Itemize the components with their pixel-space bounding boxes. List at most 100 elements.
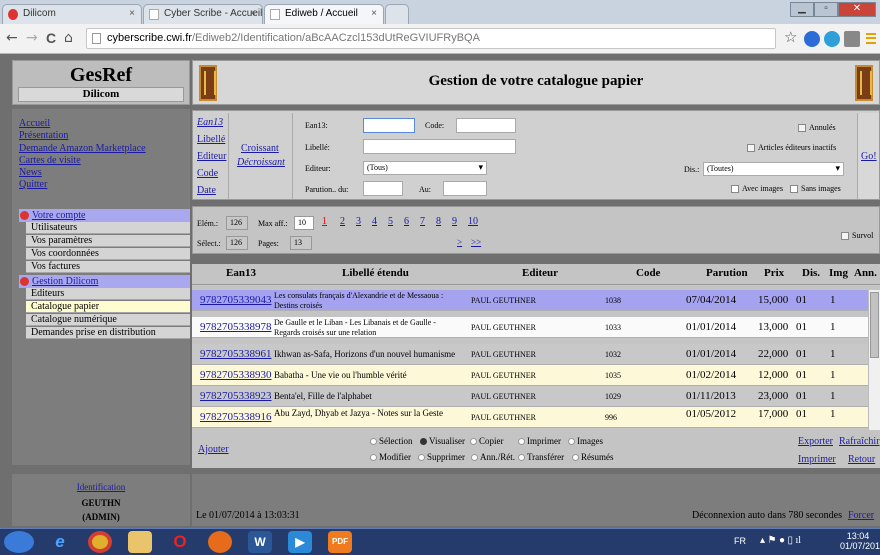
scrollbar-thumb[interactable] bbox=[870, 292, 879, 358]
word-icon[interactable]: W bbox=[248, 531, 272, 553]
nav-presentation[interactable]: Présentation bbox=[19, 130, 68, 141]
sidebar-item-parametres[interactable]: Vos paramètres bbox=[26, 235, 190, 247]
mode-visualiser-radio[interactable]: Visualiser bbox=[420, 436, 465, 446]
sidebar-item-demandes[interactable]: Demandes prise en distribution bbox=[26, 327, 190, 339]
ean13-input[interactable] bbox=[363, 118, 415, 133]
page-current[interactable]: 1 bbox=[322, 216, 327, 227]
forward-button[interactable]: → bbox=[26, 30, 38, 46]
nav-news[interactable]: News bbox=[19, 167, 42, 178]
col-dis[interactable]: Dis. bbox=[802, 267, 820, 279]
table-row[interactable]: 9782705338978 De Gaulle et le Liban - Le… bbox=[192, 317, 868, 338]
opera-icon[interactable]: O bbox=[168, 531, 192, 553]
page-link[interactable]: 9 bbox=[452, 216, 457, 227]
table-row[interactable]: 9782705338923 Benta'el, Fille de l'alpha… bbox=[192, 386, 868, 407]
sort-decroissant-link[interactable]: Décroissant bbox=[237, 157, 285, 168]
sans-images-checkbox[interactable]: Sans images bbox=[790, 184, 841, 194]
close-window-button[interactable]: ✕ bbox=[838, 2, 876, 17]
tray-icons[interactable]: ▴ ⚑ ● ▯ ıl bbox=[760, 535, 801, 546]
page-link[interactable]: 5 bbox=[388, 216, 393, 227]
sort-croissant-link[interactable]: Croissant bbox=[241, 143, 279, 154]
dis-select[interactable]: (Toutes) bbox=[703, 162, 844, 176]
mode-resumes-radio[interactable]: Résumés bbox=[572, 452, 614, 462]
col-ann[interactable]: Ann. bbox=[854, 267, 877, 279]
mode-modifier-radio[interactable]: Modifier bbox=[370, 452, 411, 462]
col-prix[interactable]: Prix bbox=[764, 267, 784, 279]
reload-button[interactable]: C bbox=[46, 30, 56, 46]
mode-ann-ret-radio[interactable]: Ann./Rét. bbox=[471, 452, 515, 462]
forcer-link[interactable]: Forcer bbox=[848, 510, 874, 521]
sidebar-item-catalogue-numerique[interactable]: Catalogue numérique bbox=[26, 314, 190, 326]
annules-checkbox[interactable]: Annulés bbox=[798, 123, 836, 133]
ie-icon[interactable]: e bbox=[48, 531, 72, 553]
language-indicator[interactable]: FR bbox=[734, 536, 746, 546]
ean-link[interactable]: 9782705338916 bbox=[200, 411, 272, 423]
skype-icon[interactable] bbox=[824, 31, 840, 47]
extension-icon[interactable] bbox=[804, 31, 820, 47]
mode-supprimer-radio[interactable]: Supprimer bbox=[418, 452, 465, 462]
ebay-icon[interactable] bbox=[844, 31, 860, 47]
home-button[interactable]: ⌂ bbox=[64, 30, 73, 46]
parution-au-input[interactable] bbox=[443, 181, 487, 196]
page-link[interactable]: 8 bbox=[436, 216, 441, 227]
mode-copier-radio[interactable]: Copier bbox=[470, 436, 504, 446]
identification-link[interactable]: Identification bbox=[12, 482, 190, 492]
firefox-icon[interactable] bbox=[208, 531, 232, 553]
col-img[interactable]: Img bbox=[829, 267, 848, 279]
new-tab-button[interactable] bbox=[385, 4, 409, 24]
ean-link[interactable]: 9782705338930 bbox=[200, 369, 272, 381]
chrome-icon[interactable] bbox=[88, 531, 112, 553]
next-page-link[interactable]: > bbox=[457, 237, 462, 247]
col-libelle[interactable]: Libellé étendu bbox=[342, 267, 409, 279]
mode-images-radio[interactable]: Images bbox=[568, 436, 603, 446]
table-row[interactable]: 9782705338961 Ikhwan as-Safa, Horizons d… bbox=[192, 344, 868, 365]
exporter-link[interactable]: Exporter bbox=[798, 436, 833, 447]
back-button[interactable]: ← bbox=[6, 30, 18, 46]
retour-link[interactable]: Retour bbox=[848, 454, 875, 465]
imprimer-link[interactable]: Imprimer bbox=[798, 454, 836, 465]
explorer-icon[interactable] bbox=[128, 531, 152, 553]
nav-quitter[interactable]: Quitter bbox=[19, 179, 47, 190]
sort-ean13-link[interactable]: Ean13 bbox=[197, 117, 223, 128]
mode-transferer-radio[interactable]: Transférer bbox=[518, 452, 564, 462]
col-editeur[interactable]: Editeur bbox=[522, 267, 558, 279]
ean-link[interactable]: 9782705338923 bbox=[200, 390, 272, 402]
ajouter-link[interactable]: Ajouter bbox=[198, 444, 229, 455]
minimize-button[interactable]: ▁ bbox=[790, 2, 814, 17]
page-link[interactable]: 4 bbox=[372, 216, 377, 227]
nav-cartes[interactable]: Cartes de visite bbox=[19, 155, 81, 166]
close-tab-icon[interactable]: × bbox=[129, 8, 135, 19]
code-input[interactable] bbox=[456, 118, 516, 133]
close-tab-icon[interactable]: × bbox=[371, 8, 377, 19]
close-tab-icon[interactable]: × bbox=[250, 8, 256, 19]
group-votre-compte[interactable]: Votre compte bbox=[19, 209, 190, 222]
sort-editeur-link[interactable]: Editeur bbox=[197, 151, 226, 162]
pdf-icon[interactable]: PDF bbox=[328, 531, 352, 553]
page-link[interactable]: 6 bbox=[404, 216, 409, 227]
table-row[interactable]: 9782705338916 Abu Zayd, Dhyab et Jazya -… bbox=[192, 407, 868, 428]
parution-du-input[interactable] bbox=[363, 181, 403, 196]
address-bar[interactable]: cyberscribe.cwi.fr/Ediweb2/Identificatio… bbox=[86, 28, 776, 49]
sidebar-item-factures[interactable]: Vos factures bbox=[26, 261, 190, 273]
mode-imprimer-radio[interactable]: Imprimer bbox=[518, 436, 561, 446]
start-button[interactable] bbox=[4, 531, 34, 553]
go-button[interactable]: Go! bbox=[861, 151, 877, 162]
clock[interactable]: 13:0401/07/2014 bbox=[840, 531, 880, 551]
table-row[interactable]: 9782705338930 Babatha - Une vie ou l'hum… bbox=[192, 365, 868, 386]
page-link[interactable]: 3 bbox=[356, 216, 361, 227]
sidebar-item-catalogue-papier[interactable]: Catalogue papier bbox=[26, 301, 190, 313]
media-icon[interactable]: ▶ bbox=[288, 531, 312, 553]
bookmark-star-icon[interactable]: ☆ bbox=[784, 28, 797, 46]
editeur-select[interactable]: (Tous) bbox=[363, 161, 487, 175]
max-aff-input[interactable]: 10 bbox=[294, 216, 314, 230]
page-link[interactable]: 10 bbox=[468, 216, 478, 227]
maximize-button[interactable]: ▫ bbox=[814, 2, 838, 17]
col-ean13[interactable]: Ean13 bbox=[226, 267, 256, 279]
ean-link[interactable]: 9782705338961 bbox=[200, 348, 272, 360]
nav-accueil[interactable]: Accueil bbox=[19, 118, 50, 129]
table-scrollbar[interactable] bbox=[868, 290, 880, 430]
sort-date-link[interactable]: Date bbox=[197, 185, 216, 196]
page-link[interactable]: 7 bbox=[420, 216, 425, 227]
sidebar-item-coordonnees[interactable]: Vos coordonnées bbox=[26, 248, 190, 260]
group-gestion-dilicom[interactable]: Gestion Dilicom bbox=[19, 275, 190, 288]
mode-selection-radio[interactable]: Sélection bbox=[370, 436, 413, 446]
